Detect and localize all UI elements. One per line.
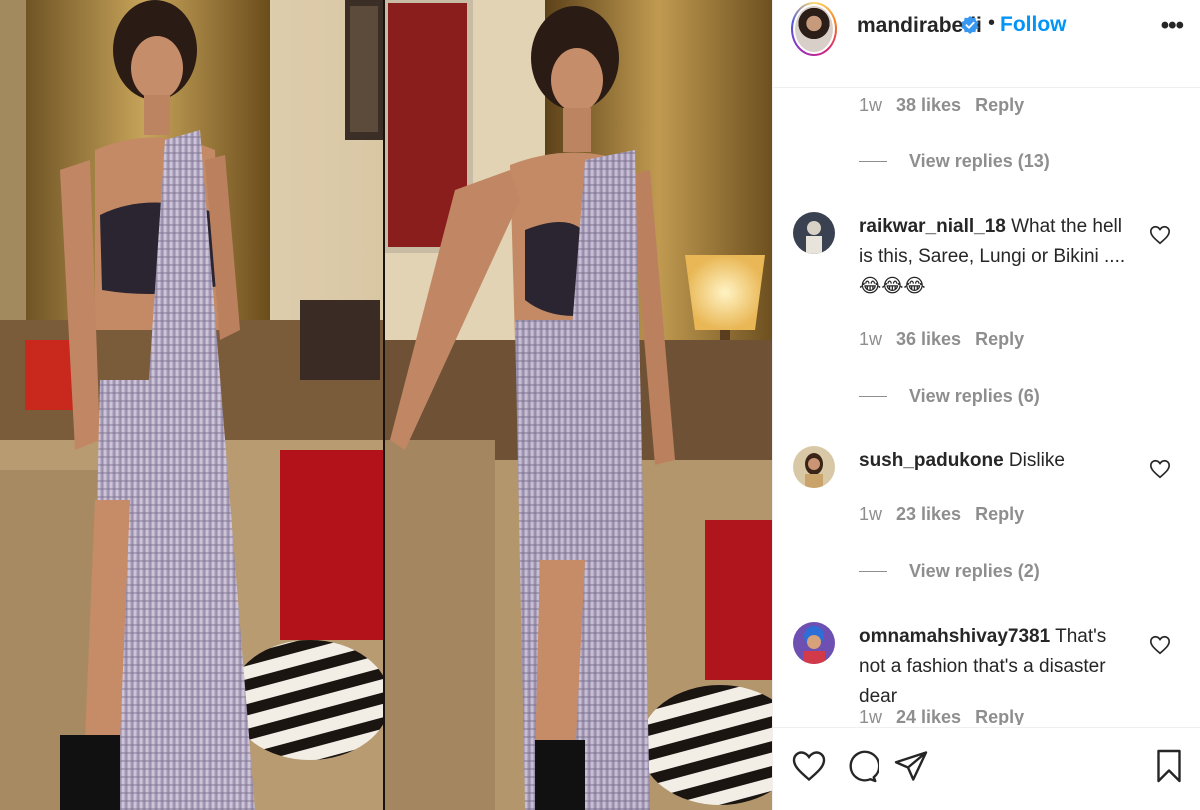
comment-text: raikwar_niall_18 What the hell is this, …: [859, 212, 1134, 302]
verified-badge-icon: [961, 16, 979, 34]
view-replies-button[interactable]: View replies (13): [859, 151, 1050, 172]
avatar[interactable]: [791, 2, 837, 56]
header-separator: •: [988, 12, 996, 34]
commenter-username[interactable]: omnamahshivay7381: [859, 626, 1050, 647]
view-replies-line: [859, 161, 887, 162]
share-icon: [894, 751, 928, 781]
post-media[interactable]: [0, 0, 772, 810]
reply-button[interactable]: Reply: [975, 504, 1024, 525]
commenter-username[interactable]: sush_padukone: [859, 450, 1004, 471]
comment-meta: 1w 24 likes Reply: [859, 707, 1024, 725]
view-replies-label: View replies (2): [909, 561, 1040, 581]
comment-meta: 1w 36 likes Reply: [859, 329, 1024, 350]
avatar-border: [793, 4, 835, 54]
heart-icon: [792, 751, 826, 782]
comment-time: 1w: [859, 95, 883, 115]
view-replies-line: [859, 571, 887, 572]
view-replies-button[interactable]: View replies (6): [859, 386, 1040, 407]
post-header: mandirabedi • Follow •••: [773, 0, 1200, 62]
view-replies-line: [859, 396, 887, 397]
share-button[interactable]: [893, 748, 929, 784]
comment-text: sush_padukone Dislike: [859, 446, 1134, 476]
post-photo-1: [0, 0, 383, 810]
bookmark-icon: [1157, 749, 1181, 783]
comment-meta: 1w 23 likes Reply: [859, 504, 1024, 525]
comment-text: omnamahshivay7381 That's not a fashion t…: [859, 622, 1134, 712]
more-options-icon[interactable]: •••: [1161, 12, 1184, 40]
heart-icon[interactable]: [1149, 224, 1171, 246]
follow-button[interactable]: Follow: [1000, 13, 1067, 37]
commenter-avatar[interactable]: [793, 212, 835, 254]
comment-likes[interactable]: 38 likes: [896, 95, 961, 116]
commenter-username[interactable]: raikwar_niall_18: [859, 216, 1006, 237]
heart-icon[interactable]: [1149, 458, 1171, 480]
heart-icon[interactable]: [1149, 634, 1171, 656]
commenter-avatar[interactable]: [793, 446, 835, 488]
comment-time: 1w: [859, 329, 883, 349]
comment-time: 1w: [859, 504, 883, 524]
post-sidebar: mandirabedi • Follow ••• 1w 38 likes Rep…: [772, 0, 1200, 810]
comment-meta: 1w 38 likes Reply: [859, 95, 1024, 116]
actions-divider: [773, 727, 1200, 728]
reply-button[interactable]: Reply: [975, 95, 1024, 116]
save-button[interactable]: [1151, 748, 1187, 784]
commenter-avatar[interactable]: [793, 622, 835, 664]
reply-button[interactable]: Reply: [975, 329, 1024, 350]
comment-likes[interactable]: 23 likes: [896, 504, 961, 525]
view-replies-label: View replies (13): [909, 151, 1050, 171]
view-replies-button[interactable]: View replies (2): [859, 561, 1040, 582]
action-bar: [773, 748, 1200, 792]
comment-likes[interactable]: 24 likes: [896, 707, 961, 725]
post-photo-2: [385, 0, 772, 810]
reply-button[interactable]: Reply: [975, 707, 1024, 725]
comment-icon: [849, 750, 881, 783]
comment-time: 1w: [859, 707, 883, 725]
header-divider: [773, 87, 1200, 88]
view-replies-label: View replies (6): [909, 386, 1040, 406]
like-button[interactable]: [791, 748, 827, 784]
comment-likes[interactable]: 36 likes: [896, 329, 961, 350]
comment-button[interactable]: [843, 748, 881, 784]
comment-body: Dislike: [1003, 450, 1065, 471]
avatar-image: [795, 6, 833, 52]
